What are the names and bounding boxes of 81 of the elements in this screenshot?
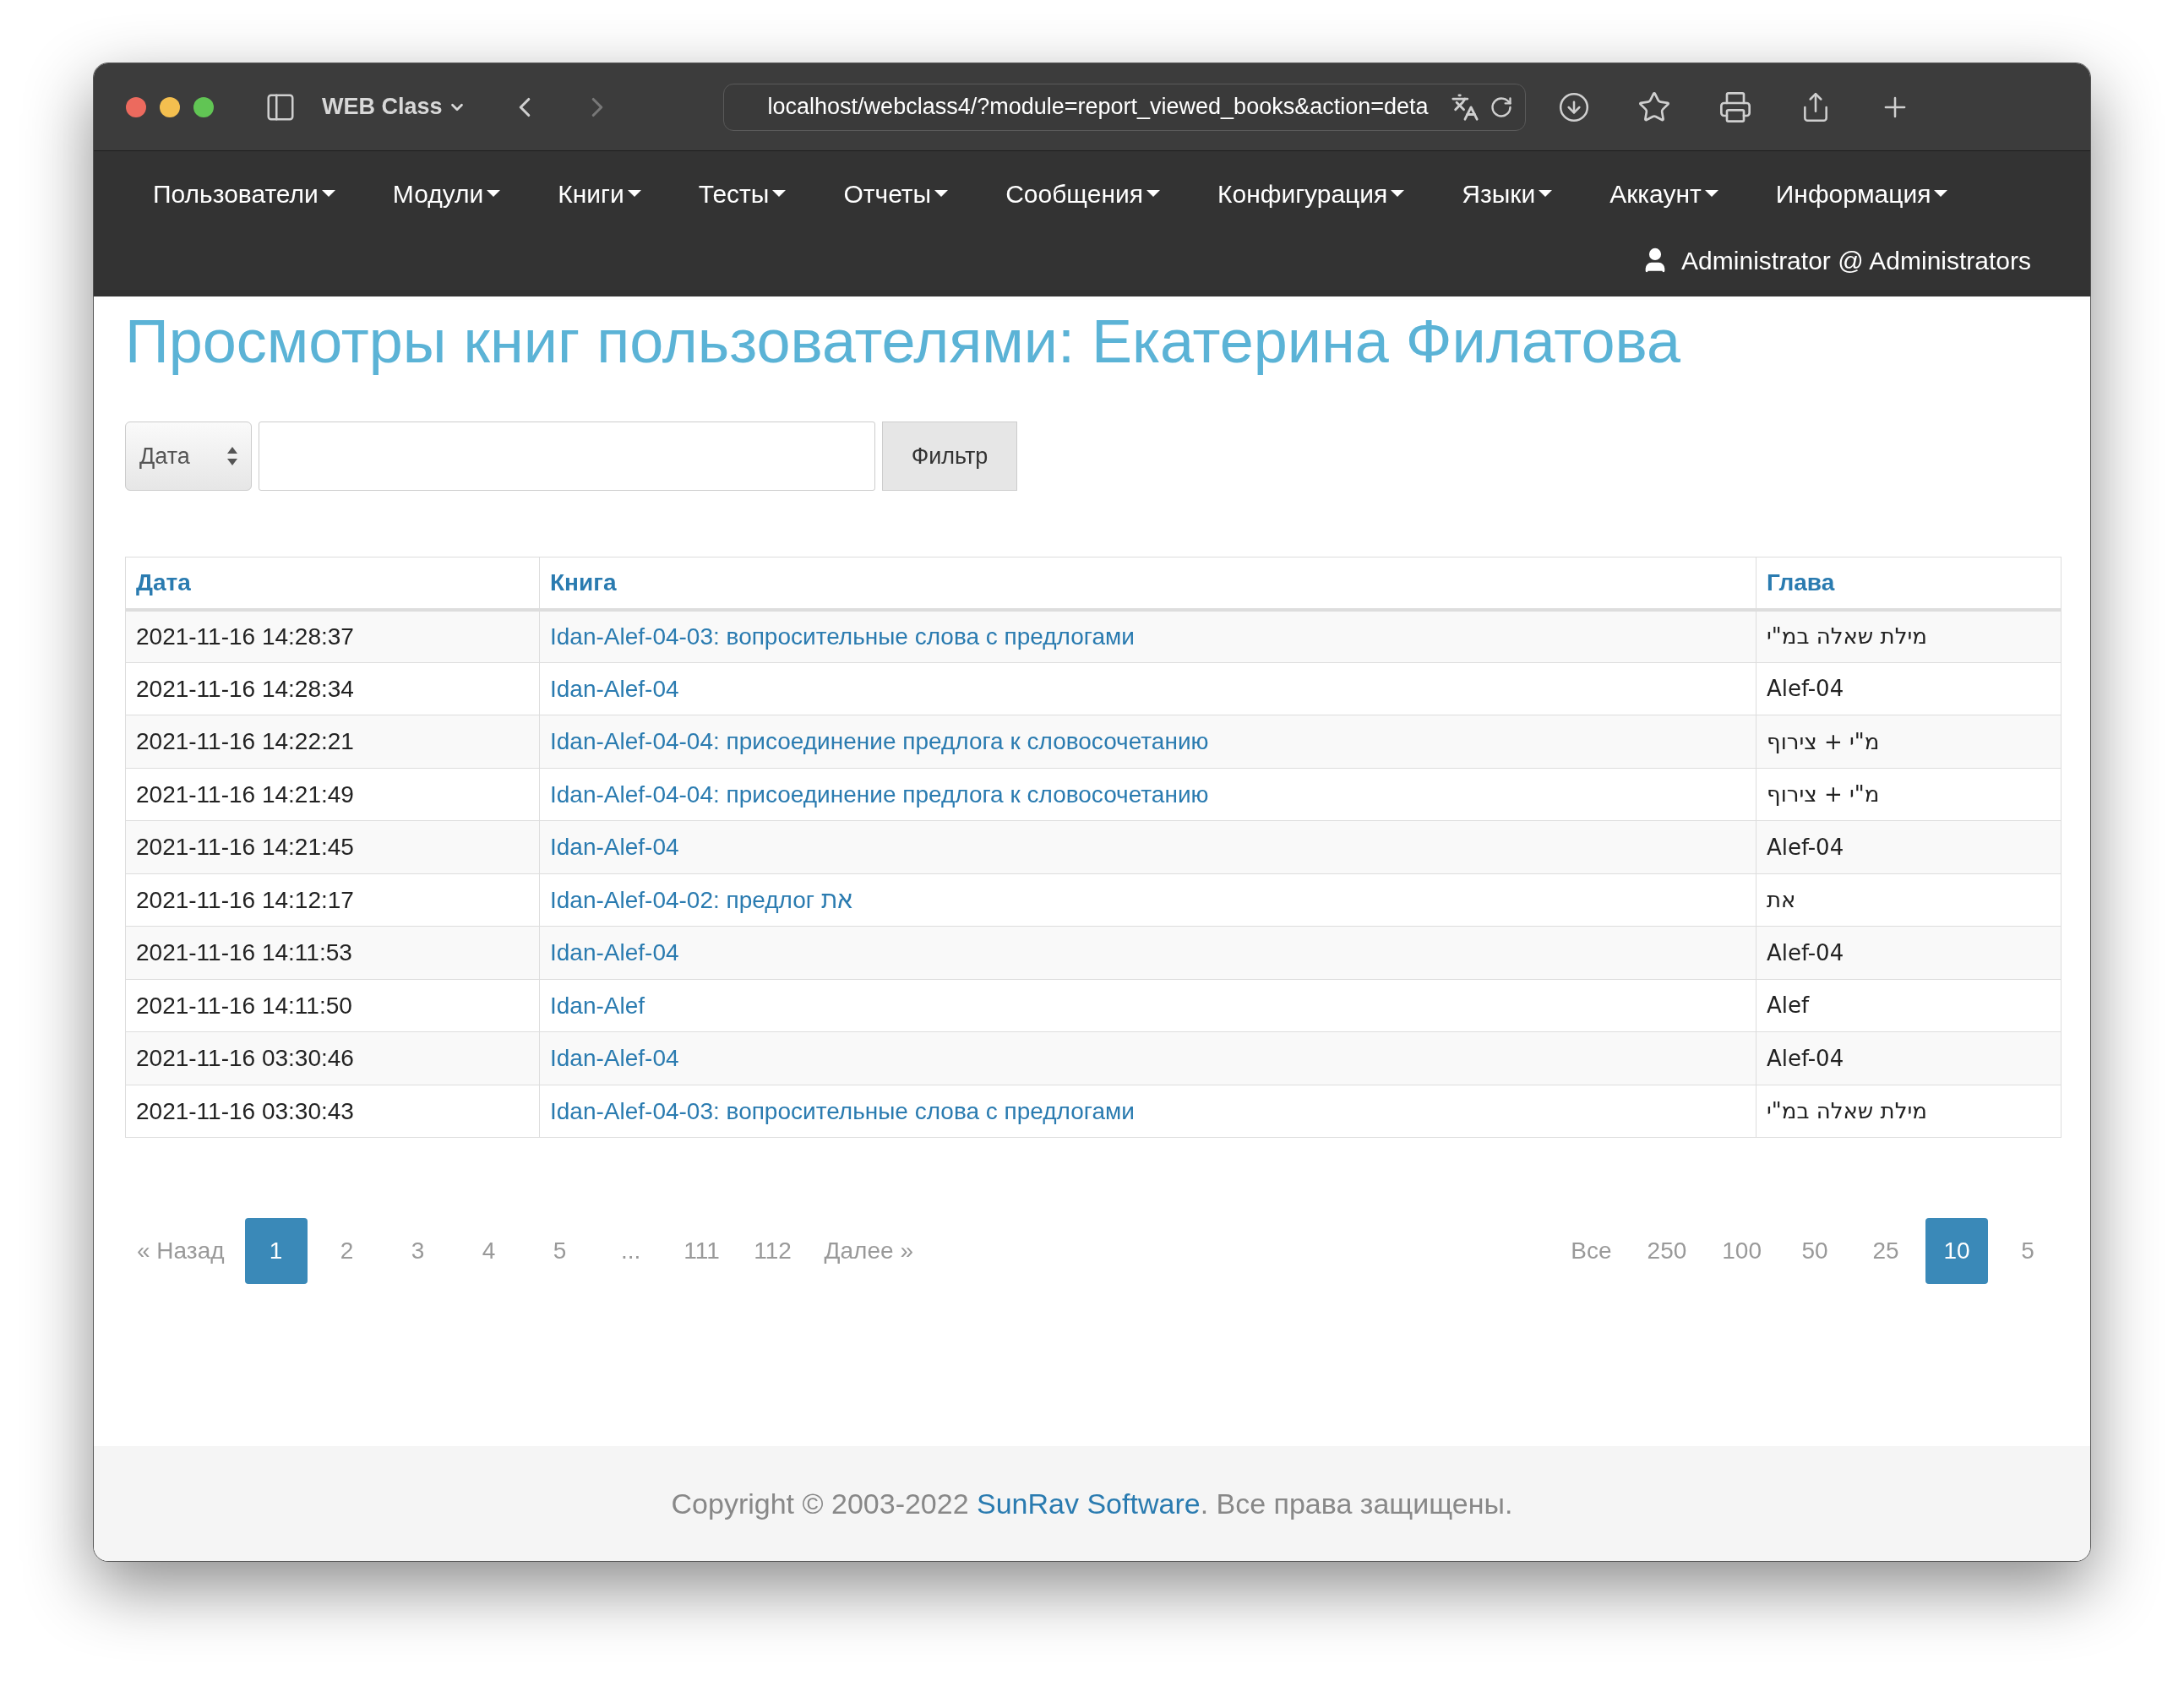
nav-menu-item[interactable]: Сообщения xyxy=(1005,174,1160,213)
nav-menu-item[interactable]: Языки xyxy=(1462,174,1553,213)
book-link[interactable]: Idan-Alef xyxy=(550,992,645,1019)
caret-icon xyxy=(772,190,787,197)
table-cell: 2021-11-16 14:11:50 xyxy=(125,979,540,1032)
page-link[interactable]: ... xyxy=(599,1218,662,1285)
page-link[interactable]: 112 xyxy=(741,1218,804,1285)
nav-menu-item[interactable]: Пользователи xyxy=(153,174,335,213)
table-cell: 2021-11-16 14:28:37 xyxy=(125,609,540,663)
select-arrows-icon xyxy=(227,447,237,466)
caret-icon xyxy=(1539,190,1553,197)
caret-icon xyxy=(934,190,949,197)
download-icon[interactable] xyxy=(1557,90,1590,123)
nav-menu-item[interactable]: Модули xyxy=(392,174,501,213)
page-link[interactable]: 5 xyxy=(528,1218,591,1285)
caret-icon xyxy=(1934,190,1948,197)
copyright-text: Copyright © 2003-2022 SunRav Software. Все права защищены. xyxy=(671,1486,1513,1521)
book-link[interactable]: Idan-Alef-04 xyxy=(550,1045,679,1072)
nav-menu-item[interactable]: Отчеты xyxy=(843,174,949,213)
filter-button[interactable]: Фильтр xyxy=(882,422,1017,492)
table-cell: 2021-11-16 03:30:46 xyxy=(125,1031,540,1085)
page-size-link[interactable]: 250 xyxy=(1633,1218,1701,1285)
caret-icon xyxy=(1146,190,1160,197)
nav-menu-item[interactable]: Конфигурация xyxy=(1217,174,1405,213)
table-cell: 2021-11-16 14:22:21 xyxy=(125,715,540,769)
caret-icon xyxy=(487,190,501,197)
table-cell: Alef xyxy=(1756,979,2061,1032)
page-link[interactable]: 4 xyxy=(457,1218,520,1285)
reload-icon[interactable] xyxy=(1489,95,1513,119)
table-cell: Alef-04 xyxy=(1756,926,2061,980)
page-link[interactable]: 1 xyxy=(244,1218,308,1285)
nav-menu-item[interactable]: Аккаунт xyxy=(1609,174,1718,213)
nav-menu-item[interactable]: Книги xyxy=(558,174,641,213)
caret-icon xyxy=(1391,190,1405,197)
table-cell: מ"י + צירוף xyxy=(1756,768,2061,821)
table-cell: מילת שאלה במ"י xyxy=(1756,1085,2061,1138)
previous-page-link[interactable]: « Назад xyxy=(125,1233,237,1270)
book-link[interactable]: Idan-Alef-04 xyxy=(550,939,679,966)
table-cell: Alef-04 xyxy=(1756,820,2061,874)
caret-icon xyxy=(1704,190,1718,197)
book-link[interactable]: Idan-Alef-04-02: предлог את xyxy=(550,886,852,913)
table-cell: 2021-11-16 14:21:49 xyxy=(125,768,540,821)
table-cell: 2021-11-16 14:28:34 xyxy=(125,662,540,715)
url-text: localhost/webclass4/?module=report_viewed_books&action=deta xyxy=(767,93,1430,122)
book-link[interactable]: Idan-Alef-04 xyxy=(550,675,679,702)
print-icon[interactable] xyxy=(1718,90,1752,124)
caret-icon xyxy=(321,190,335,197)
table-cell: 2021-11-16 14:12:17 xyxy=(125,873,540,927)
table-cell: 2021-11-16 14:21:45 xyxy=(125,820,540,874)
close-window-icon[interactable] xyxy=(126,96,146,117)
table-cell: Alef-04 xyxy=(1756,662,2061,715)
table-cell: מילת שאלה במ"י xyxy=(1756,609,2061,663)
book-link[interactable]: Idan-Alef-04 xyxy=(550,834,679,861)
page-size-link[interactable]: 10 xyxy=(1925,1218,1988,1285)
caret-icon xyxy=(627,190,641,197)
page-link[interactable]: 2 xyxy=(315,1218,379,1285)
minimize-window-icon[interactable] xyxy=(160,96,180,117)
address-bar[interactable]: localhost/webclass4/?module=report_viewed_books&action=deta xyxy=(722,83,1526,131)
table-cell: 2021-11-16 03:30:43 xyxy=(125,1085,540,1138)
user-name[interactable]: Administrator @ Administrators xyxy=(1681,241,2031,280)
table-cell: את xyxy=(1756,873,2061,927)
page-link[interactable]: 111 xyxy=(670,1218,733,1285)
filter-select[interactable]: Дата xyxy=(125,422,252,492)
next-page-link[interactable]: Далее » xyxy=(812,1233,925,1270)
page-size-link[interactable]: 5 xyxy=(1996,1218,2059,1285)
filter-input[interactable] xyxy=(259,422,875,492)
company-link[interactable]: SunRav Software xyxy=(977,1487,1201,1520)
page-size-link[interactable]: 50 xyxy=(1784,1218,1846,1285)
table-cell: Alef-04 xyxy=(1756,1031,2061,1085)
table-cell: 2021-11-16 14:11:53 xyxy=(125,926,540,980)
page-link[interactable]: 3 xyxy=(386,1218,449,1285)
page-size-link[interactable]: 25 xyxy=(1854,1218,1917,1285)
translate-icon[interactable] xyxy=(1450,92,1479,122)
nav-menu-item[interactable]: Тесты xyxy=(698,174,787,213)
nav-menu-item[interactable]: Информация xyxy=(1775,174,1948,213)
page-size-link[interactable]: 100 xyxy=(1708,1218,1775,1285)
page-title: Просмотры книг пользователями: Екатерина Филатова xyxy=(125,307,1681,377)
page-size-link[interactable]: Все xyxy=(1557,1218,1626,1285)
zoom-window-icon[interactable] xyxy=(193,96,214,117)
table-cell: מ"י + צירוף xyxy=(1756,715,2061,769)
tab-group-button[interactable]: WEB Class xyxy=(322,90,466,124)
